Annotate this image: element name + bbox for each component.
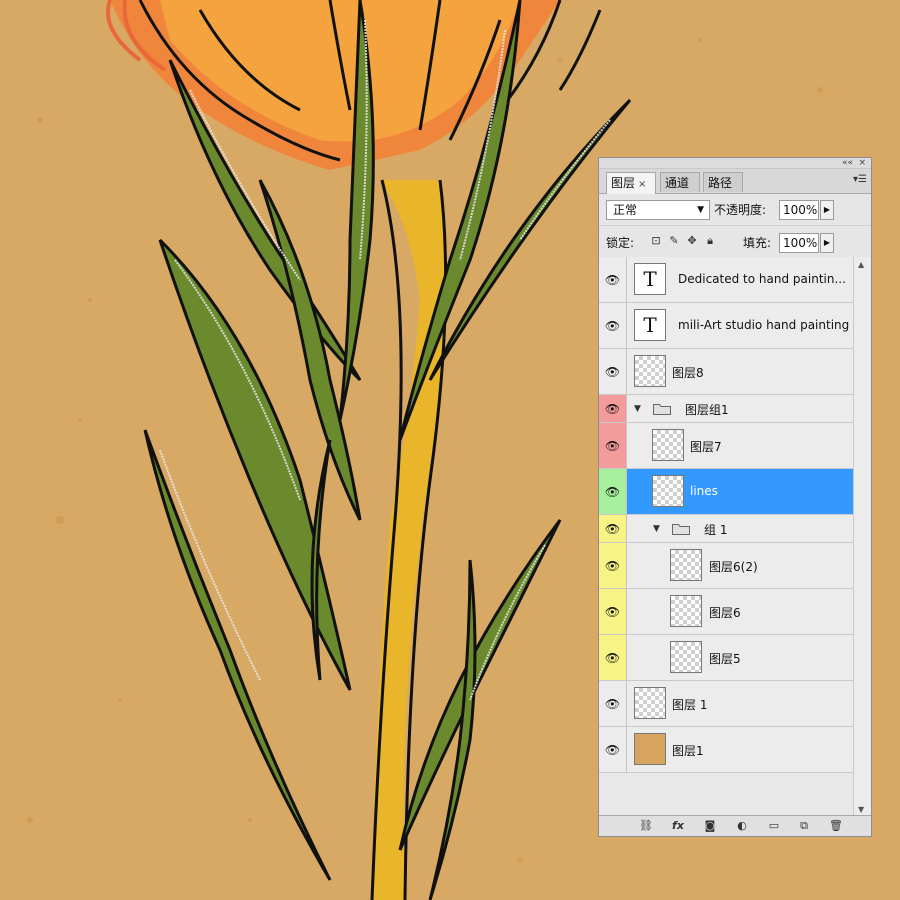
panel-close-icon[interactable]: × bbox=[858, 158, 866, 168]
layers-panel: «« × 图层 × 通道 路径 ▾☰ 正常 ▼ 不透明度: 100% ▶ 锁定: … bbox=[598, 157, 872, 837]
layers-list: 👁︎ T Dedicated to hand paintin... 👁︎ T m… bbox=[599, 257, 853, 817]
fill-layer-thumbnail bbox=[634, 733, 666, 765]
layer-row[interactable]: 👁︎ T mili-Art studio hand painting bbox=[599, 303, 853, 349]
panel-bottom-toolbar: ⛓ fx ◙ ◐ ▭ ⧉ 🗑︎ bbox=[599, 815, 871, 836]
fill-label: 填充: bbox=[743, 236, 772, 250]
tab-layers[interactable]: 图层 × bbox=[606, 172, 656, 194]
layer-name: 图层 1 bbox=[672, 698, 708, 712]
layer-name: mili-Art studio hand painting bbox=[678, 318, 850, 332]
blend-mode-select[interactable]: 正常 ▼ bbox=[606, 200, 710, 220]
mask-icon[interactable]: ◙ bbox=[701, 818, 719, 834]
expand-triangle-icon[interactable]: ▼ bbox=[653, 524, 660, 534]
menu-lines-icon[interactable]: ▾☰ bbox=[853, 174, 867, 185]
lock-fill-row: 锁定: ⊡ ✎ ✥ 🔒︎ 填充: 100% ▶ bbox=[599, 226, 871, 260]
visibility-eye-icon[interactable]: 👁︎ bbox=[599, 727, 627, 772]
layer-thumbnail bbox=[670, 641, 702, 673]
layer-row[interactable]: 👁︎ 图层5 bbox=[599, 635, 853, 681]
panel-tabs: 图层 × 通道 路径 ▾☰ bbox=[599, 169, 871, 194]
tab-paths-label: 路径 bbox=[708, 176, 733, 190]
tab-close-icon[interactable]: × bbox=[638, 179, 646, 190]
group-name: 组 1 bbox=[704, 523, 728, 537]
opacity-arrow-icon[interactable]: ▶ bbox=[820, 200, 834, 220]
layer-name: 图层1 bbox=[672, 744, 704, 758]
fx-icon[interactable]: fx bbox=[669, 818, 687, 834]
tab-layers-label: 图层 bbox=[611, 176, 636, 190]
visibility-eye-icon[interactable]: 👁︎ bbox=[599, 469, 627, 514]
layers-scrollbar[interactable]: ▲ ▼ bbox=[853, 257, 871, 817]
opacity-label: 不透明度: bbox=[714, 203, 767, 217]
scroll-up-icon[interactable]: ▲ bbox=[858, 260, 864, 269]
layer-row[interactable]: 👁︎ 图层7 bbox=[599, 423, 853, 469]
lock-move-icon[interactable]: ✥ bbox=[685, 234, 699, 248]
visibility-eye-icon[interactable]: 👁︎ bbox=[599, 303, 627, 348]
fill-arrow-icon[interactable]: ▶ bbox=[820, 233, 834, 253]
fill-input[interactable]: 100% bbox=[779, 233, 819, 253]
trash-icon[interactable]: 🗑︎ bbox=[827, 818, 845, 834]
layer-row[interactable]: 👁︎ 图层6 bbox=[599, 589, 853, 635]
blend-opacity-row: 正常 ▼ 不透明度: 100% ▶ bbox=[599, 194, 871, 226]
layer-row[interactable]: 👁︎ 图层 1 bbox=[599, 681, 853, 727]
layer-name: 图层6(2) bbox=[709, 560, 758, 574]
new-layer-icon[interactable]: ⧉ bbox=[795, 818, 813, 834]
adjustment-icon[interactable]: ◐ bbox=[733, 818, 751, 834]
layer-thumbnail bbox=[652, 429, 684, 461]
visibility-eye-icon[interactable]: 👁︎ bbox=[599, 543, 627, 588]
visibility-eye-icon[interactable]: 👁︎ bbox=[599, 515, 627, 542]
layer-name: 图层6 bbox=[709, 606, 741, 620]
visibility-eye-icon[interactable]: 👁︎ bbox=[599, 349, 627, 394]
folder-icon bbox=[672, 524, 690, 535]
layer-row[interactable]: 👁︎ 图层1 bbox=[599, 727, 853, 773]
layer-name: 图层8 bbox=[672, 366, 704, 380]
layer-row-selected[interactable]: 👁︎ lines bbox=[599, 469, 853, 515]
tab-channels[interactable]: 通道 bbox=[660, 172, 700, 192]
collapse-icon[interactable]: «« bbox=[842, 158, 853, 168]
opacity-input[interactable]: 100% bbox=[779, 200, 819, 220]
group-row[interactable]: 👁︎ ▼ 图层组1 bbox=[599, 395, 853, 423]
scroll-down-icon[interactable]: ▼ bbox=[858, 805, 864, 814]
layer-thumbnail bbox=[634, 355, 666, 387]
visibility-eye-icon[interactable]: 👁︎ bbox=[599, 257, 627, 302]
group-row[interactable]: 👁︎ ▼ 组 1 bbox=[599, 515, 853, 543]
expand-triangle-icon[interactable]: ▼ bbox=[634, 404, 641, 414]
layer-name: Dedicated to hand paintin... bbox=[678, 272, 846, 286]
text-layer-thumbnail: T bbox=[634, 309, 666, 341]
layer-thumbnail bbox=[652, 475, 684, 507]
lock-transparency-icon[interactable]: ⊡ bbox=[649, 234, 663, 248]
layer-thumbnail bbox=[670, 549, 702, 581]
group-name: 图层组1 bbox=[685, 403, 729, 417]
lock-label: 锁定: bbox=[606, 236, 635, 250]
visibility-eye-icon[interactable]: 👁︎ bbox=[599, 395, 627, 422]
tab-paths[interactable]: 路径 bbox=[703, 172, 743, 192]
layer-thumbnail bbox=[670, 595, 702, 627]
layer-name: lines bbox=[690, 484, 718, 498]
visibility-eye-icon[interactable]: 👁︎ bbox=[599, 423, 627, 468]
folder-icon bbox=[653, 404, 671, 415]
link-icon[interactable]: ⛓ bbox=[637, 818, 655, 834]
layer-row[interactable]: 👁︎ T Dedicated to hand paintin... bbox=[599, 257, 853, 303]
layer-thumbnail bbox=[634, 687, 666, 719]
lock-brush-icon[interactable]: ✎ bbox=[667, 234, 681, 248]
blend-mode-value: 正常 bbox=[613, 203, 638, 217]
visibility-eye-icon[interactable]: 👁︎ bbox=[599, 635, 627, 680]
layer-row[interactable]: 👁︎ 图层8 bbox=[599, 349, 853, 395]
lock-all-icon[interactable]: 🔒︎ bbox=[703, 234, 717, 248]
chevron-down-icon: ▼ bbox=[697, 205, 704, 215]
layer-name: 图层5 bbox=[709, 652, 741, 666]
visibility-eye-icon[interactable]: 👁︎ bbox=[599, 681, 627, 726]
layer-row[interactable]: 👁︎ 图层6(2) bbox=[599, 543, 853, 589]
layer-name: 图层7 bbox=[690, 440, 722, 454]
tab-channels-label: 通道 bbox=[665, 176, 690, 190]
visibility-eye-icon[interactable]: 👁︎ bbox=[599, 589, 627, 634]
panel-titlebar[interactable]: «« × bbox=[599, 158, 871, 169]
text-layer-thumbnail: T bbox=[634, 263, 666, 295]
new-group-icon[interactable]: ▭ bbox=[765, 818, 783, 834]
